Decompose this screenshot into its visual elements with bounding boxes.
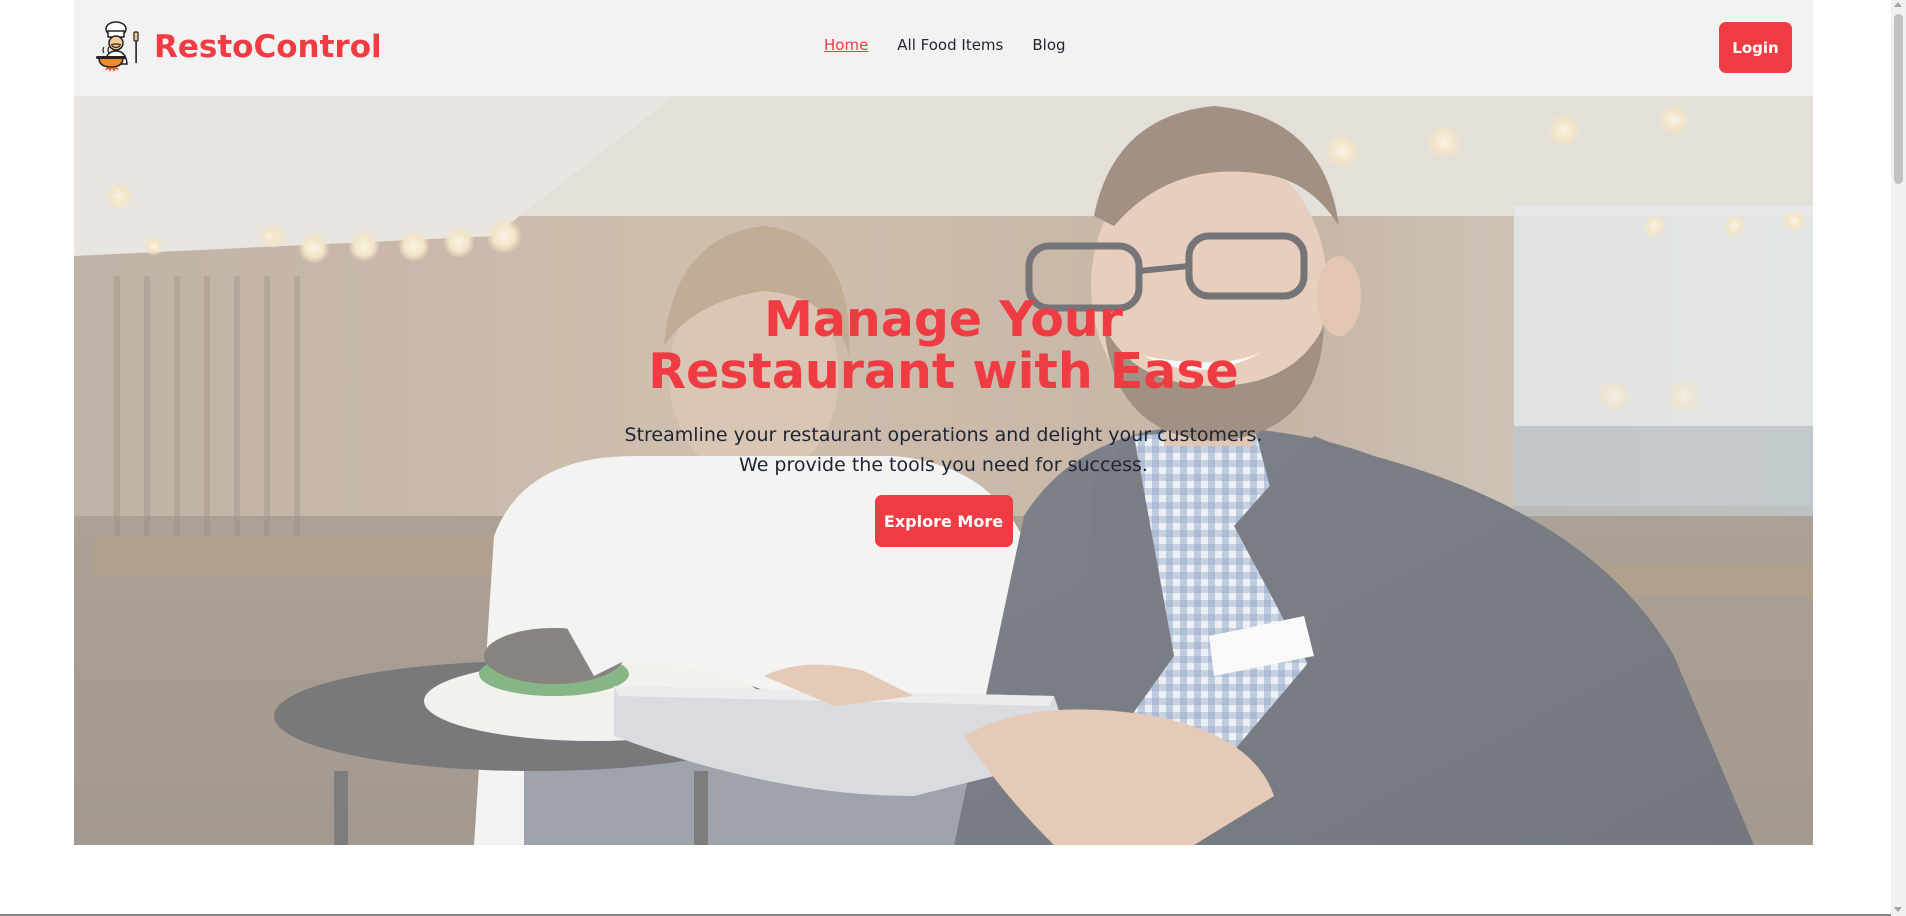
nav-blog[interactable]: Blog [1032,36,1065,54]
nav-home[interactable]: Home [824,36,868,54]
scrollbar-thumb[interactable] [1894,14,1903,184]
scroll-down-icon[interactable] [1894,907,1902,912]
explore-more-button[interactable]: Explore More [874,495,1013,547]
nav-all-food-items[interactable]: All Food Items [897,36,1003,54]
main-nav: Home All Food Items Blog [824,36,1095,54]
hero-subtitle-line2: We provide the tools you need for succes… [739,454,1148,476]
navbar: RestoControl Home All Food Items Blog Lo… [74,0,1813,96]
hero-subtitle-line1: Streamline your restaurant operations an… [624,424,1263,446]
brand-name: RestoControl [154,29,382,65]
hero-section: Manage Your Restaurant with Ease Streaml… [74,96,1813,845]
hero-subtitle: Streamline your restaurant operations an… [604,420,1284,480]
chef-cooking-icon [96,21,139,72]
brand[interactable]: RestoControl [94,20,382,74]
hero-title: Manage Your Restaurant with Ease [648,291,1239,400]
page-scrollbar[interactable] [1891,0,1906,916]
scroll-up-icon[interactable] [1894,2,1902,7]
login-button[interactable]: Login [1719,22,1792,73]
hero-content: Manage Your Restaurant with Ease Streaml… [74,294,1813,547]
page: RestoControl Home All Food Items Blog Lo… [0,0,1906,916]
